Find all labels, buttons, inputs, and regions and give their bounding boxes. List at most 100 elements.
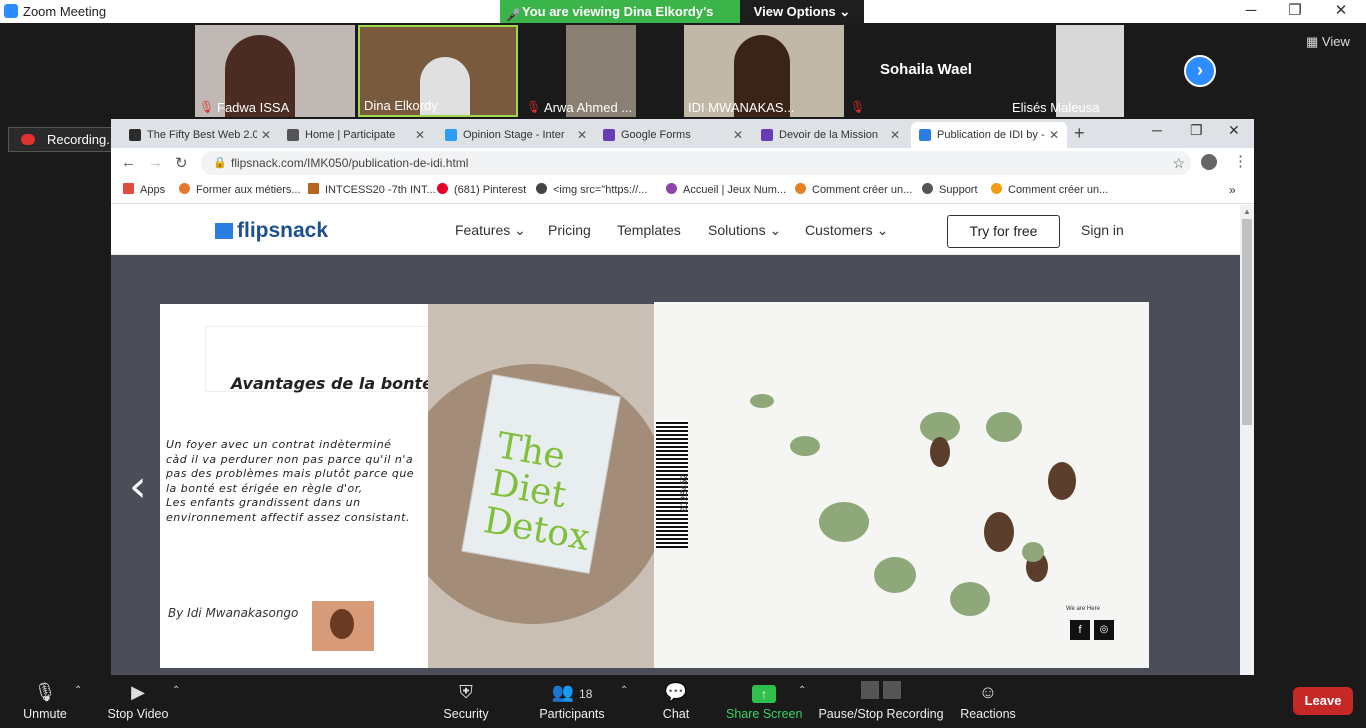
body-paragraph: Les enfants grandissent dans un environn… bbox=[166, 496, 410, 524]
participant-tile[interactable]: IDI MWANAKAS... bbox=[684, 25, 844, 117]
close-icon[interactable]: ✕ bbox=[1228, 122, 1240, 139]
tab-favicon bbox=[919, 129, 931, 141]
nav-features[interactable]: Features ⌄ bbox=[455, 222, 526, 239]
profile-icon[interactable] bbox=[1201, 154, 1217, 170]
participant-tile[interactable]: Sohaila Wael 🎙 bbox=[846, 25, 1006, 117]
view-options-button[interactable]: View Options ⌄ bbox=[740, 0, 864, 23]
tab-strip: The Fifty Best Web 2.0 ✕ Home | Particip… bbox=[111, 119, 1254, 148]
flipbook-viewer: ‹ Avantages de la bonté Un foyer avec un… bbox=[111, 255, 1240, 675]
reactions-button[interactable]: ☺ Reactions bbox=[958, 681, 1018, 721]
nav-pricing[interactable]: Pricing bbox=[548, 222, 591, 238]
tab-close-icon[interactable]: ✕ bbox=[577, 122, 587, 148]
close-icon[interactable]: ✕ bbox=[1318, 0, 1364, 23]
new-tab-icon[interactable]: + bbox=[1074, 123, 1085, 144]
restore-icon[interactable]: ❐ bbox=[1190, 122, 1203, 139]
participant-name: Dina Elkordy bbox=[364, 98, 438, 113]
bookmark-item[interactable]: INTCESS20 -7th INT... bbox=[308, 183, 436, 196]
succulent-image bbox=[986, 412, 1022, 442]
leave-button[interactable]: Leave bbox=[1293, 687, 1353, 715]
address-bar[interactable]: 🔒 flipsnack.com/IMK050/publication-de-id… bbox=[201, 151, 1191, 175]
next-participants-button[interactable]: › bbox=[1184, 55, 1216, 87]
zoom-title-bar: Zoom Meeting 🎤 You are viewing Dina Elko… bbox=[0, 0, 1366, 42]
bookmark-item[interactable]: Comment créer un... bbox=[795, 183, 912, 196]
smiley-plus-icon: ☺ bbox=[978, 682, 998, 702]
bookmark-item[interactable]: Comment créer un... bbox=[991, 183, 1108, 196]
browser-tab[interactable]: Opinion Stage - Interac ✕ bbox=[437, 122, 591, 148]
succulent-image bbox=[874, 557, 916, 593]
bookmark-favicon bbox=[666, 183, 677, 194]
browser-tab[interactable]: Devoir de la Mission 4 ✕ bbox=[753, 122, 907, 148]
participant-name: Fadwa ISSA bbox=[217, 100, 290, 115]
tab-favicon bbox=[129, 129, 141, 141]
caret-up-icon[interactable]: ⌃ bbox=[620, 685, 628, 696]
browser-tab[interactable]: The Fifty Best Web 2.0 ✕ bbox=[121, 122, 275, 148]
browser-tab[interactable]: Home | Participate ✕ bbox=[279, 122, 433, 148]
browser-tab[interactable]: Google Forms ✕ bbox=[595, 122, 749, 148]
grid-icon: ▦ bbox=[1306, 34, 1319, 49]
tab-favicon bbox=[287, 129, 299, 141]
tab-close-icon[interactable]: ✕ bbox=[1049, 122, 1059, 148]
reload-icon[interactable]: ↻ bbox=[175, 154, 188, 172]
caret-up-icon[interactable]: ⌃ bbox=[172, 685, 180, 696]
scrollbar-thumb[interactable] bbox=[1242, 219, 1252, 425]
succulent-image bbox=[819, 502, 869, 542]
pause-stop-recording-button[interactable]: Pause/Stop Recording bbox=[818, 681, 944, 721]
lock-icon: 🔒 bbox=[213, 157, 227, 169]
page-scrollbar[interactable]: ▲ bbox=[1240, 205, 1254, 675]
tab-close-icon[interactable]: ✕ bbox=[890, 122, 900, 148]
participant-tile[interactable]: 🎙 Fadwa ISSA bbox=[195, 25, 355, 117]
more-bookmarks-icon[interactable]: » bbox=[1229, 183, 1236, 197]
book-photo: The Diet Detox bbox=[428, 304, 654, 668]
participant-tile[interactable]: Elisés Maleusa bbox=[1008, 25, 1168, 117]
recording-indicator[interactable]: Recording... bbox=[8, 127, 117, 152]
bookmark-star-icon[interactable]: ☆ bbox=[1172, 151, 1185, 175]
page-title: Avantages de la bonté bbox=[231, 374, 434, 393]
bookmark-item[interactable]: Accueil | Jeux Num... bbox=[666, 183, 786, 196]
caret-up-icon[interactable]: ⌃ bbox=[798, 685, 806, 696]
caret-up-icon[interactable]: ⌃ bbox=[74, 685, 82, 696]
tab-title: Home | Participate bbox=[305, 129, 396, 141]
nav-customers[interactable]: Customers ⌄ bbox=[805, 222, 888, 239]
minimize-icon[interactable]: ─ bbox=[1228, 0, 1274, 23]
shield-icon: ⛨ bbox=[459, 682, 473, 702]
participant-tile[interactable]: 🎙 Arwa Ahmed ... bbox=[522, 25, 682, 117]
bookmark-label: Former aux métiers... bbox=[196, 184, 301, 196]
bookmark-item[interactable]: (681) Pinterest bbox=[437, 183, 526, 196]
forward-icon[interactable]: → bbox=[148, 154, 163, 171]
previous-page-icon[interactable]: ‹ bbox=[129, 461, 147, 512]
restore-icon[interactable]: ❐ bbox=[1272, 0, 1318, 23]
tab-close-icon[interactable]: ✕ bbox=[415, 122, 425, 148]
menu-kebab-icon[interactable]: ⋮ bbox=[1233, 152, 1248, 170]
succulent-image bbox=[750, 394, 774, 408]
nav-templates[interactable]: Templates bbox=[617, 222, 681, 238]
chat-button[interactable]: 💬 Chat bbox=[656, 681, 696, 721]
back-icon[interactable]: ← bbox=[121, 154, 136, 171]
participants-button[interactable]: 👥 18 Participants bbox=[536, 681, 608, 721]
bookmark-item[interactable]: <img src="https://... bbox=[536, 183, 647, 196]
stop-video-button[interactable]: ▶ Stop Video bbox=[104, 681, 172, 721]
tab-close-icon[interactable]: ✕ bbox=[733, 122, 743, 148]
zoom-window-title: Zoom Meeting bbox=[23, 4, 107, 19]
flipsnack-logo[interactable]: flipsnack bbox=[215, 219, 328, 243]
nav-solutions[interactable]: Solutions ⌄ bbox=[708, 222, 781, 239]
sign-in-link[interactable]: Sign in bbox=[1081, 222, 1124, 238]
bookmark-item[interactable]: Apps bbox=[123, 183, 165, 196]
body-paragraph: Un foyer avec un contrat indèterminé càd… bbox=[166, 438, 415, 495]
scroll-up-icon[interactable]: ▲ bbox=[1243, 207, 1251, 216]
tab-close-icon[interactable]: ✕ bbox=[261, 122, 271, 148]
try-for-free-button[interactable]: Try for free bbox=[947, 215, 1060, 248]
instagram-icon[interactable]: ◎ bbox=[1094, 620, 1114, 640]
bookmark-item[interactable]: Former aux métiers... bbox=[179, 183, 301, 196]
participant-tile-active[interactable]: Dina Elkordy bbox=[358, 25, 518, 117]
share-screen-label: Share Screen bbox=[726, 707, 803, 721]
share-screen-button[interactable]: ↑ Share Screen bbox=[726, 681, 802, 721]
unmute-button[interactable]: 🎙 Unmute bbox=[18, 681, 72, 721]
browser-tab-active[interactable]: Publication de IDI by - f ✕ bbox=[911, 122, 1067, 148]
bookmark-label: Apps bbox=[140, 184, 166, 196]
bookmark-item[interactable]: Support bbox=[922, 183, 978, 196]
security-button[interactable]: ⛨ Security bbox=[440, 681, 492, 721]
facebook-icon[interactable]: f bbox=[1070, 620, 1090, 640]
minimize-icon[interactable]: ─ bbox=[1152, 122, 1162, 138]
view-button[interactable]: ▦ View bbox=[1306, 34, 1350, 50]
participant-name: Sohaila Wael bbox=[880, 61, 972, 78]
